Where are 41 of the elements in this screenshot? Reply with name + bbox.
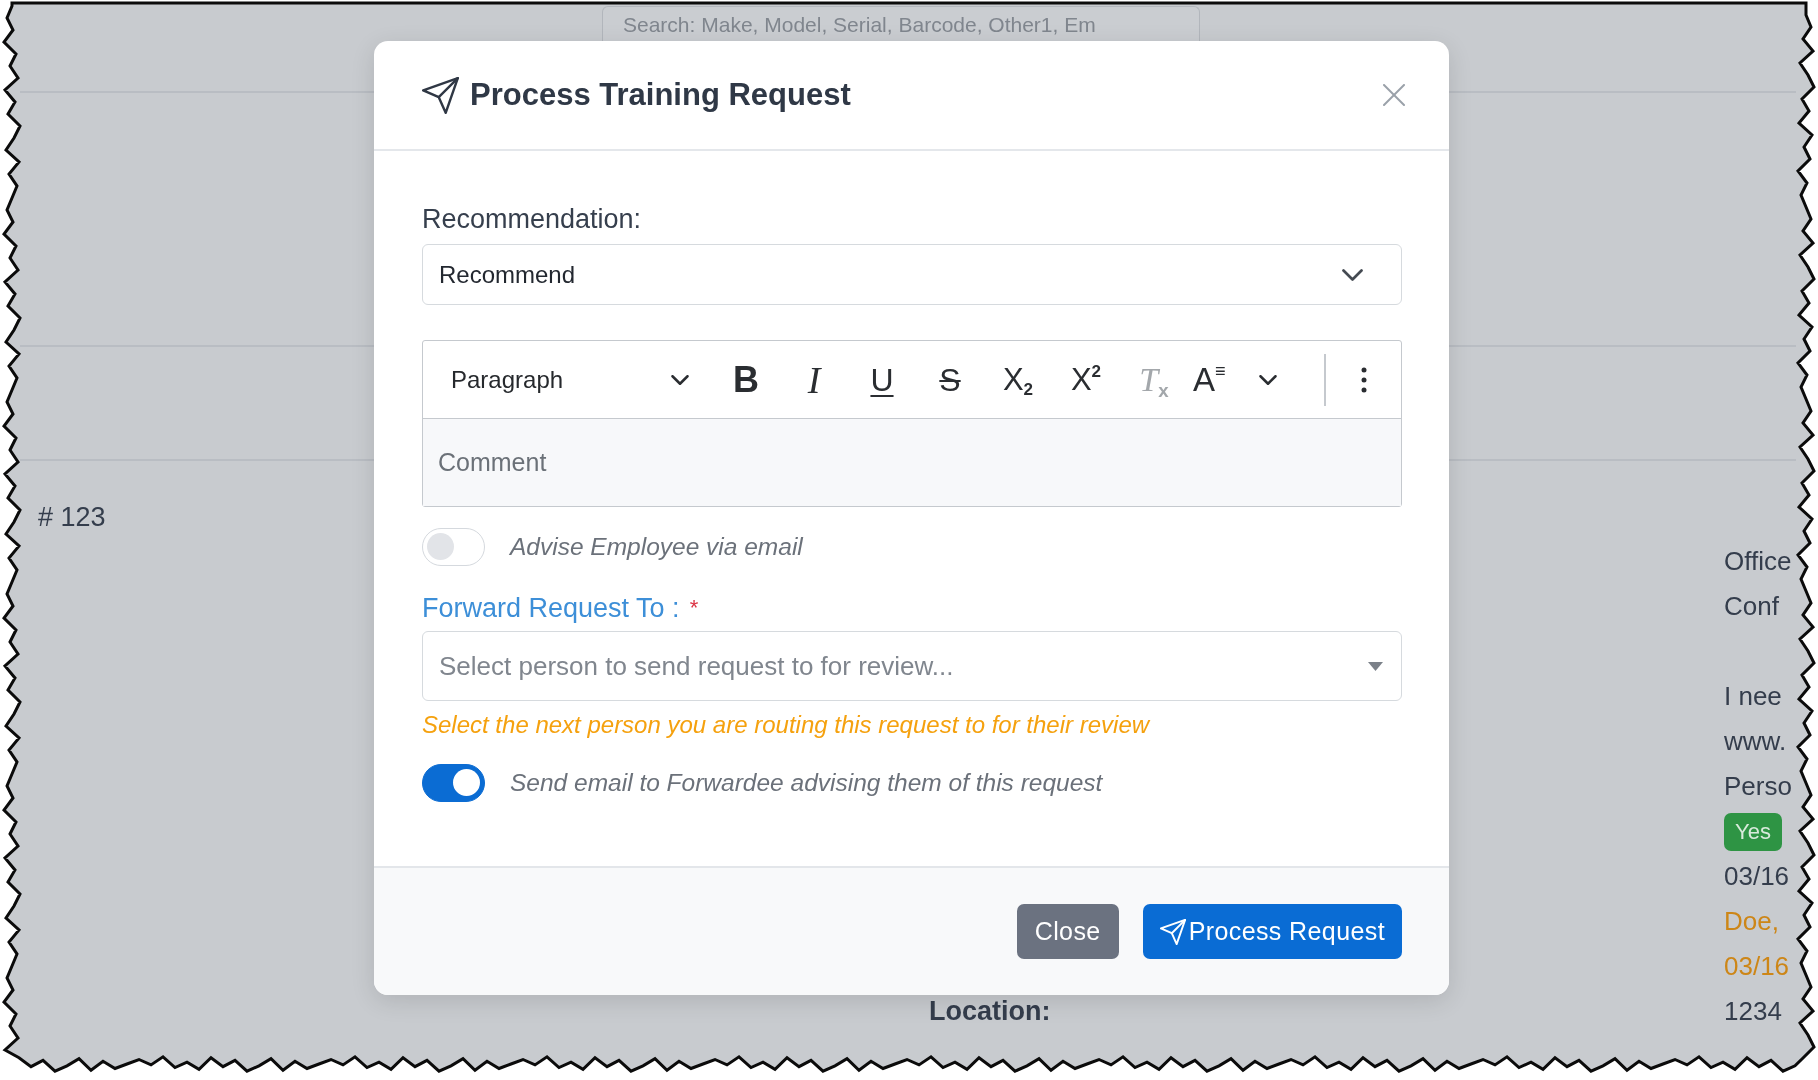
strikethrough-button[interactable]: S [921,353,979,406]
field-label: Recommendation: [422,203,643,236]
record-number: # 123 [38,502,106,532]
chevron-icon [1342,268,1363,281]
more-icon [1360,366,1367,393]
underline-button[interactable]: U [853,353,911,406]
detail-text: Perso [1724,770,1792,803]
italic-button[interactable]: I [785,353,843,406]
required-mark: * [689,594,699,622]
chevron-icon [1259,374,1277,385]
dialog-title: Process Training Request [470,77,851,113]
toggle-label: Advise Employee via email [510,533,803,561]
detail-text: I nee [1724,680,1782,713]
font-size-button[interactable]: A$^{≡}$ [1193,353,1277,406]
detail-text: www. [1724,725,1787,758]
detail-text: Conf [1724,590,1779,623]
paper-plane-icon [1159,918,1186,945]
person-select[interactable]: Select person to send request to for review... [422,631,1402,701]
detail-text: Office [1724,545,1792,578]
subscript-button[interactable]: X$_{2}$ [989,353,1047,406]
caret-icon [1368,661,1383,671]
status-badge: Yes [1724,812,1782,851]
detail-text: 1234 [1724,995,1782,1028]
comment-field[interactable]: Comment [423,419,1401,506]
primary-button[interactable]: Process Request [1142,904,1402,959]
detail-text: Doe, [1724,905,1779,938]
toggle-label: Send email to Forwardee advising them of this request [510,769,1103,797]
paper-plane-icon [422,76,459,114]
hint-text: Select the next person you are routing this request to for their review [422,710,1151,740]
close-icon [1383,84,1405,106]
superscript-button[interactable]: X$^{2}$ [1057,353,1115,406]
chevron-icon [671,374,689,385]
recommendation-select[interactable]: Recommend [422,244,1402,305]
bold-button[interactable]: B [717,353,775,406]
field-label: Forward Request To : [422,592,680,625]
detail-text: 03/16 [1724,950,1790,983]
location-label: Location: [929,996,1051,1026]
detail-text: 03/16 [1724,860,1790,893]
secondary-button[interactable]: Close [1016,904,1119,959]
toggle-switch[interactable] [422,764,485,802]
paragraph-dropdown[interactable]: Paragraph [445,354,695,405]
